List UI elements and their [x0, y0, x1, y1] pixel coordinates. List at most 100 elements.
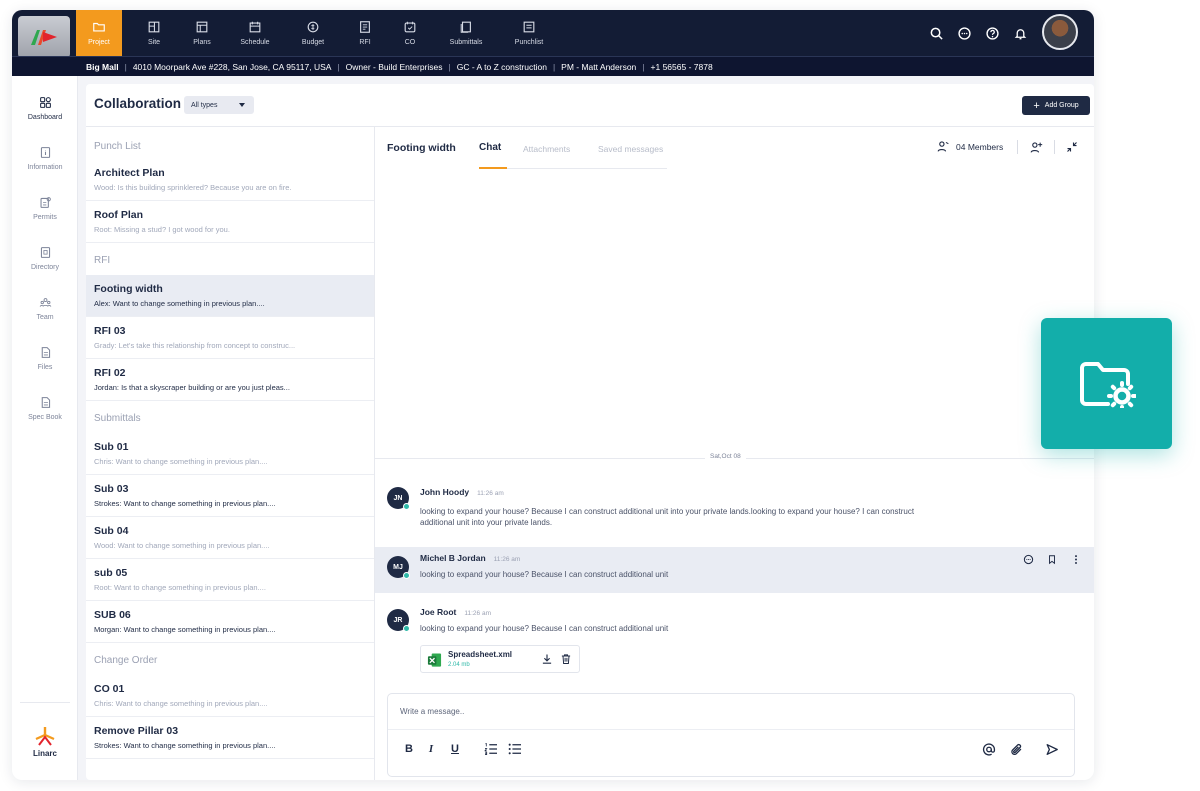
- nav-budget[interactable]: Budget: [290, 10, 336, 56]
- sidebar-item-directory[interactable]: Directory: [12, 238, 78, 278]
- nav-project[interactable]: Project: [76, 10, 122, 56]
- permits-icon: [40, 196, 51, 208]
- channel-item[interactable]: Sub 03 Strokes: Want to change something…: [86, 475, 374, 517]
- channel-item[interactable]: Remove Pillar 03 Strokes: Want to change…: [86, 717, 374, 759]
- download-icon[interactable]: [541, 653, 553, 665]
- nav-punchlist[interactable]: Punchlist: [506, 10, 552, 56]
- folder-settings-tile: [1041, 318, 1172, 449]
- channel-item-active[interactable]: Footing width Alex: Want to change somet…: [86, 275, 374, 317]
- tab-attachments[interactable]: Attachments: [523, 144, 570, 154]
- channel-preview: Strokes: Want to change something in pre…: [94, 499, 276, 508]
- sidebar-item-label: Spec Book: [28, 413, 62, 421]
- tab-saved-messages[interactable]: Saved messages: [598, 144, 663, 154]
- author-name: Joe Root: [420, 607, 457, 617]
- sidebar-item-permits[interactable]: Permits: [12, 188, 78, 228]
- sidebar-item-label: Directory: [30, 263, 59, 271]
- top-nav: Project Site Plans Schedule Budget RFI C…: [12, 10, 1094, 58]
- channel-name: RFI 02: [94, 367, 126, 379]
- channel-item[interactable]: Sub 01 Chris: Want to change something i…: [86, 433, 374, 475]
- avatar: JN: [387, 487, 410, 510]
- message-input[interactable]: [388, 694, 1074, 730]
- nav-schedule[interactable]: Schedule: [232, 10, 278, 56]
- message-time: 11:26 am: [493, 556, 521, 563]
- divider: [1054, 140, 1055, 154]
- channel-preview: Alex: Want to change something in previo…: [94, 299, 265, 308]
- mention-icon[interactable]: [982, 742, 996, 756]
- group-heading: Punch List: [94, 141, 141, 152]
- send-icon[interactable]: [1045, 742, 1059, 756]
- channel-name: Sub 01: [94, 441, 129, 453]
- bold-icon[interactable]: B: [402, 742, 416, 756]
- message-text: looking to expand your house? Because I …: [420, 624, 669, 633]
- plus-icon: +: [1033, 99, 1040, 112]
- sidebar-item-information[interactable]: Information: [12, 138, 78, 178]
- paperclip-icon[interactable]: [1010, 742, 1024, 756]
- sidebar-item-label: Files: [37, 363, 53, 371]
- channel-item[interactable]: sub 05 Root: Want to change something in…: [86, 559, 374, 601]
- message-author: Joe Root 11:26 am: [420, 607, 491, 617]
- add-group-button[interactable]: + Add Group: [1022, 96, 1090, 115]
- project-logo[interactable]: [18, 16, 70, 58]
- channel-item[interactable]: Roof Plan Root: Missing a stud? I got wo…: [86, 201, 374, 243]
- nav-submittals[interactable]: Submittals: [443, 10, 489, 56]
- avatar-initials: JN: [393, 494, 403, 502]
- plans-icon: [196, 21, 208, 33]
- italic-icon[interactable]: I: [424, 742, 438, 756]
- nav-label: Punchlist: [514, 39, 544, 46]
- reply-icon[interactable]: [1022, 553, 1034, 565]
- message-time: 11:26 am: [464, 610, 491, 617]
- channel-item[interactable]: RFI 02 Jordan: Is that a skyscraper buil…: [86, 359, 374, 401]
- nav-rfi[interactable]: RFI: [342, 10, 388, 56]
- underline-icon[interactable]: U: [448, 742, 462, 756]
- help-icon[interactable]: [983, 24, 1001, 42]
- user-avatar[interactable]: [1042, 14, 1078, 50]
- linarc-logo[interactable]: Linarc: [12, 712, 78, 772]
- submittals-icon: [460, 21, 471, 33]
- bookmark-icon[interactable]: [1046, 553, 1058, 565]
- channel-item[interactable]: CO 01 Chris: Want to change something in…: [86, 675, 374, 717]
- bullet-list-icon[interactable]: [508, 742, 522, 756]
- divider: [1017, 140, 1018, 154]
- page-title: Collaboration: [94, 96, 181, 111]
- attachment-card[interactable]: Spreadsheet.xml 2.04 mb: [420, 645, 580, 673]
- type-filter-dropdown[interactable]: All types: [184, 96, 254, 114]
- nav-co[interactable]: CO: [387, 10, 433, 56]
- left-sidebar: Dashboard Information Permits Directory …: [12, 76, 78, 780]
- more-options-icon[interactable]: [1070, 553, 1082, 565]
- app-window: Project Site Plans Schedule Budget RFI C…: [12, 10, 1094, 780]
- add-member-icon[interactable]: [1028, 139, 1044, 155]
- channel-preview: Wood: Want to change something in previo…: [94, 541, 270, 550]
- sidebar-item-files[interactable]: Files: [12, 338, 78, 378]
- collapse-icon[interactable]: [1064, 139, 1080, 155]
- channel-item[interactable]: RFI 03 Grady: Let's take this relationsh…: [86, 317, 374, 359]
- numbered-list-icon[interactable]: [484, 742, 498, 756]
- tab-chat[interactable]: Chat: [479, 142, 501, 153]
- bell-icon[interactable]: [1011, 24, 1029, 42]
- avatar-initials: JR: [393, 616, 403, 624]
- channel-name: RFI 03: [94, 325, 126, 337]
- co-icon: [404, 21, 416, 33]
- nav-plans[interactable]: Plans: [179, 10, 225, 56]
- chat-title: Footing width: [387, 142, 456, 154]
- channel-item[interactable]: Architect Plan Wood: Is this building sp…: [86, 159, 374, 201]
- sidebar-item-spec-book[interactable]: Spec Book: [12, 388, 78, 428]
- sidebar-item-label: Information: [27, 163, 63, 171]
- project-pm: PM - Matt Anderson: [561, 61, 637, 72]
- project-logo-icon: [31, 30, 57, 45]
- trash-icon[interactable]: [560, 653, 572, 665]
- channel-item[interactable]: SUB 06 Morgan: Want to change something …: [86, 601, 374, 643]
- sidebar-item-team[interactable]: Team: [12, 288, 78, 328]
- project-phone: +1 56565 - 7878: [650, 61, 713, 72]
- project-address: 4010 Moorpark Ave #228, San Jose, CA 951…: [132, 61, 332, 72]
- channel-preview: Wood: Is this building sprinklered? Beca…: [94, 183, 292, 192]
- channel-name: CO 01: [94, 683, 125, 695]
- channel-item[interactable]: Sub 04 Wood: Want to change something in…: [86, 517, 374, 559]
- project-name: Big Mall: [86, 61, 119, 72]
- sidebar-item-dashboard[interactable]: Dashboard: [12, 88, 78, 128]
- avatar: MJ: [387, 556, 410, 579]
- search-icon[interactable]: [927, 24, 945, 42]
- nav-site[interactable]: Site: [131, 10, 177, 56]
- members-button[interactable]: 04 Members: [937, 140, 1003, 153]
- group-heading: Change Order: [94, 655, 158, 666]
- chat-icon[interactable]: [955, 24, 973, 42]
